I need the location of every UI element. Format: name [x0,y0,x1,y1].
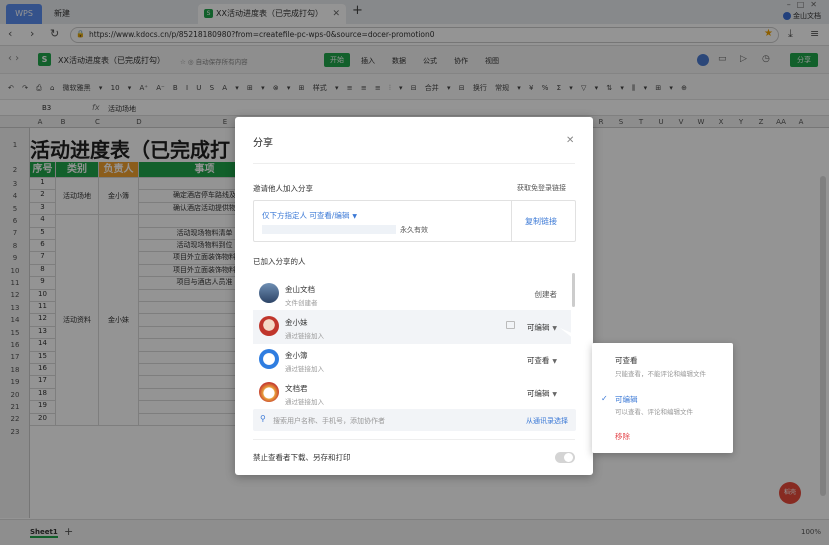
permission-option-desc: 可以查看、评论和编辑文件 [615,408,693,416]
caret-down-icon: ▼ [352,213,358,220]
close-icon[interactable]: ✕ [566,135,574,146]
permission-option-view[interactable]: 可查看 [615,355,638,366]
forbid-download-label: 禁止查看者下载、另存和打印 [253,453,351,462]
caret-down-icon: ▼ [552,325,557,332]
permission-menu: 可查看 只能查看，不能评论和编辑文件 ✓ 可编辑 可以查看、评论和编辑文件 移除 [592,343,733,453]
joined-members-label: 已加入分享的人 [253,257,306,266]
member-name: 金小簿 [285,351,308,360]
link-validity[interactable]: 永久有效 [400,225,428,235]
divider [253,163,575,164]
share-link-box: 仅下方指定人 可查看/编辑 ▼ 永久有效 复制链接 [253,200,576,242]
share-scope-select[interactable]: 仅下方指定人 可查看/编辑 ▼ [262,210,357,221]
permission-option-remove[interactable]: 移除 [615,431,630,442]
toggle-knob [564,453,573,462]
member-source: 通过链接加入 [285,332,324,340]
share-url-field [262,225,396,234]
caret-down-icon: ▼ [552,391,557,398]
search-input[interactable]: 搜索用户名称、手机号，添加协作者 [273,416,385,426]
member-name: 金山文档 [285,285,315,294]
avatar [259,349,279,369]
permission-option-desc: 只能查看，不能评论和编辑文件 [615,370,706,378]
select-from-contacts-link[interactable]: 从通讯录选择 [526,416,568,426]
member-row: 金山文档 文件创建者 创建者 [253,277,571,311]
role-label: 可查看 [526,356,550,365]
copy-link-button[interactable]: 复制链接 [525,216,557,227]
member-role-select[interactable]: 可查看 ▼ [527,355,557,366]
divider [511,201,512,241]
add-collaborator-search[interactable]: ⚲ 搜索用户名称、手机号，添加协作者 从通讯录选择 [253,409,576,431]
member-name: 文档君 [285,384,308,393]
member-role-select[interactable]: 可编辑 ▼ [527,388,557,399]
avatar [259,283,279,303]
member-row: 金小妹 通过链接加入 可编辑 ▼ [253,310,571,344]
check-icon: ✓ [601,394,608,403]
member-row: 文档君 通过链接加入 可编辑 ▼ [253,376,571,410]
member-name: 金小妹 [285,318,308,327]
forbid-download-toggle[interactable] [555,452,575,463]
avatar [259,316,279,336]
notify-icon[interactable] [506,321,515,329]
member-role: 创建者 [534,290,558,299]
invite-label: 邀请他人加入分享 [253,184,313,193]
divider [253,439,575,440]
dialog-title: 分享 [253,138,273,149]
permission-option-edit[interactable]: 可编辑 [615,394,638,405]
member-source: 通过链接加入 [285,398,324,406]
member-source: 通过链接加入 [285,365,324,373]
free-login-link[interactable]: 获取免登录链接 [517,183,566,193]
caret-down-icon: ▼ [552,358,557,365]
role-label: 可编辑 [526,323,550,332]
member-list-scrollbar[interactable] [572,273,575,307]
member-row: 金小簿 通过链接加入 可查看 ▼ [253,343,571,377]
search-icon: ⚲ [260,414,266,423]
scope-label: 仅下方指定人 可查看/编辑 [262,211,350,220]
share-dialog: 分享 ✕ 邀请他人加入分享 获取免登录链接 仅下方指定人 可查看/编辑 ▼ 永久有… [235,117,593,475]
avatar [259,382,279,402]
member-source: 文件创建者 [285,299,318,307]
role-label: 可编辑 [526,389,550,398]
member-role-select[interactable]: 可编辑 ▼ [527,322,557,333]
